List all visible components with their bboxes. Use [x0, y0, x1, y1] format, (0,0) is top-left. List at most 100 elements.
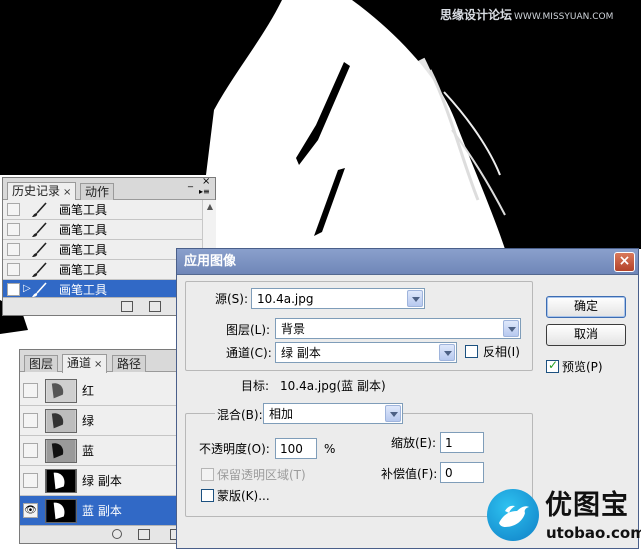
dialog-titlebar[interactable]: 应用图像 × — [177, 249, 638, 275]
history-snapshot-box[interactable] — [7, 263, 20, 276]
eye-icon[interactable]: 👁 — [23, 503, 38, 518]
offset-input[interactable]: 0 — [440, 462, 484, 483]
chevron-down-icon[interactable] — [439, 344, 455, 361]
chevron-down-icon[interactable] — [503, 320, 519, 337]
blending-label: 混合(B): — [215, 407, 265, 423]
history-item[interactable]: 画笔工具 — [3, 220, 202, 240]
channel-row[interactable]: 绿 副本 — [20, 466, 176, 496]
blending-select[interactable]: 相加 — [263, 403, 403, 424]
mask-checkbox[interactable] — [201, 489, 214, 502]
preserve-transparency-checkbox[interactable] — [201, 468, 214, 481]
scale-input[interactable]: 1 — [440, 432, 484, 453]
tab-history[interactable]: 历史记录 × — [7, 182, 77, 201]
history-panel-tabbar: 历史记录 × 动作 _ × ▸≡ — [3, 176, 215, 201]
tab-layers[interactable]: 图层 — [24, 355, 59, 372]
new-document-icon[interactable] — [121, 301, 133, 312]
channel-select[interactable]: 绿 副本 — [275, 342, 457, 363]
history-item[interactable]: 画笔工具 — [3, 240, 202, 260]
camera-snapshot-icon[interactable] — [149, 301, 161, 312]
load-selection-icon[interactable] — [112, 529, 122, 539]
tab-paths-label: 路径 — [117, 357, 142, 371]
chevron-down-icon[interactable] — [385, 405, 401, 422]
channel-label: 绿 — [82, 414, 95, 428]
panel-menu-icon[interactable]: ▸≡ — [199, 187, 210, 196]
history-snapshot-box[interactable] — [7, 283, 20, 296]
channel-label: 绿 副本 — [82, 474, 122, 488]
preserve-transparency-label: 保留透明区域(T) — [217, 468, 306, 482]
history-item-label: 画笔工具 — [59, 243, 108, 257]
scale-label: 缩放(E): — [391, 436, 436, 450]
history-snapshot-box[interactable] — [7, 223, 20, 236]
cancel-button[interactable]: 取消 — [546, 324, 626, 346]
history-state-marker-icon: ▷ — [23, 283, 31, 294]
source-select[interactable]: 10.4a.jpg — [251, 288, 425, 309]
offset-value: 0 — [445, 466, 453, 480]
opacity-input[interactable]: 100 — [275, 438, 317, 459]
dialog-close-button[interactable]: × — [614, 252, 635, 272]
channel-label: 红 — [82, 384, 95, 398]
visibility-toggle[interactable] — [23, 383, 38, 398]
invert-checkbox[interactable] — [465, 345, 478, 358]
source-label: 源(S): — [215, 292, 249, 306]
brush-icon — [32, 262, 47, 277]
opacity-unit: % — [324, 442, 336, 456]
tab-channels[interactable]: 通道 × — [62, 354, 108, 373]
channel-thumbnail — [45, 439, 77, 463]
chevron-down-icon[interactable] — [407, 290, 423, 307]
panel-minimize-icon[interactable]: _ — [188, 177, 193, 188]
channel-row[interactable]: 红 — [20, 376, 176, 406]
history-item-label: 画笔工具 — [59, 263, 108, 277]
panel-close-icon[interactable]: × — [202, 176, 210, 187]
channel-row[interactable]: 绿 — [20, 406, 176, 436]
scale-value: 1 — [445, 436, 453, 450]
tab-actions[interactable]: 动作 — [80, 183, 115, 200]
logo-url: utobao.com — [546, 524, 641, 542]
history-snapshot-box[interactable] — [7, 203, 20, 216]
tab-history-close-icon[interactable]: × — [63, 187, 71, 198]
brush-icon — [32, 282, 47, 297]
channel-row-selected[interactable]: 👁 蓝 副本 — [20, 496, 176, 526]
channel-thumbnail — [45, 409, 77, 433]
brush-icon — [32, 202, 47, 217]
preview-label: 预览(P) — [562, 360, 603, 374]
offset-label: 补偿值(F): — [381, 467, 438, 481]
channel-thumbnail — [45, 379, 77, 403]
tab-actions-label: 动作 — [85, 185, 110, 199]
channel-thumbnail — [45, 499, 77, 523]
scroll-up-icon[interactable]: ▲ — [204, 201, 216, 213]
visibility-toggle[interactable] — [23, 473, 38, 488]
channel-thumbnail — [45, 469, 77, 493]
channel-label: 蓝 — [82, 444, 95, 458]
history-item[interactable]: 画笔工具 — [3, 200, 202, 220]
preview-checkbox[interactable]: ✓ — [546, 358, 559, 373]
visibility-toggle[interactable] — [23, 443, 38, 458]
bird-icon — [499, 505, 529, 527]
invert-label: 反相(I) — [483, 345, 520, 359]
channel-row[interactable]: 蓝 — [20, 436, 176, 466]
history-item-label: 画笔工具 — [59, 283, 108, 297]
watermark-site-url: WWW.MISSYUAN.COM — [514, 12, 614, 22]
channel-value: 绿 副本 — [281, 346, 321, 360]
ok-button[interactable]: 确定 — [546, 296, 626, 318]
layer-label: 图层(L): — [226, 323, 271, 337]
tab-paths[interactable]: 路径 — [112, 355, 147, 372]
save-selection-icon[interactable] — [138, 529, 150, 540]
tab-channels-close-icon[interactable]: × — [94, 359, 102, 370]
dialog-title: 应用图像 — [184, 254, 237, 269]
layer-select[interactable]: 背景 — [275, 318, 521, 339]
channel-select-label: 通道(C): — [226, 346, 272, 360]
tab-layers-label: 图层 — [29, 357, 54, 371]
check-icon: ✓ — [548, 358, 559, 372]
blending-value: 相加 — [269, 407, 294, 421]
history-item[interactable]: 画笔工具 — [3, 260, 202, 280]
watermark-site-name: 思缘设计论坛 — [440, 8, 513, 22]
layer-value: 背景 — [281, 322, 306, 336]
tab-channels-label: 通道 — [67, 356, 92, 370]
history-snapshot-box[interactable] — [7, 243, 20, 256]
source-value: 10.4a.jpg — [257, 292, 314, 306]
history-item-label: 画笔工具 — [59, 203, 108, 217]
channel-label: 蓝 副本 — [82, 504, 122, 518]
visibility-toggle[interactable] — [23, 413, 38, 428]
brush-icon — [32, 222, 47, 237]
tab-history-label: 历史记录 — [12, 184, 61, 198]
